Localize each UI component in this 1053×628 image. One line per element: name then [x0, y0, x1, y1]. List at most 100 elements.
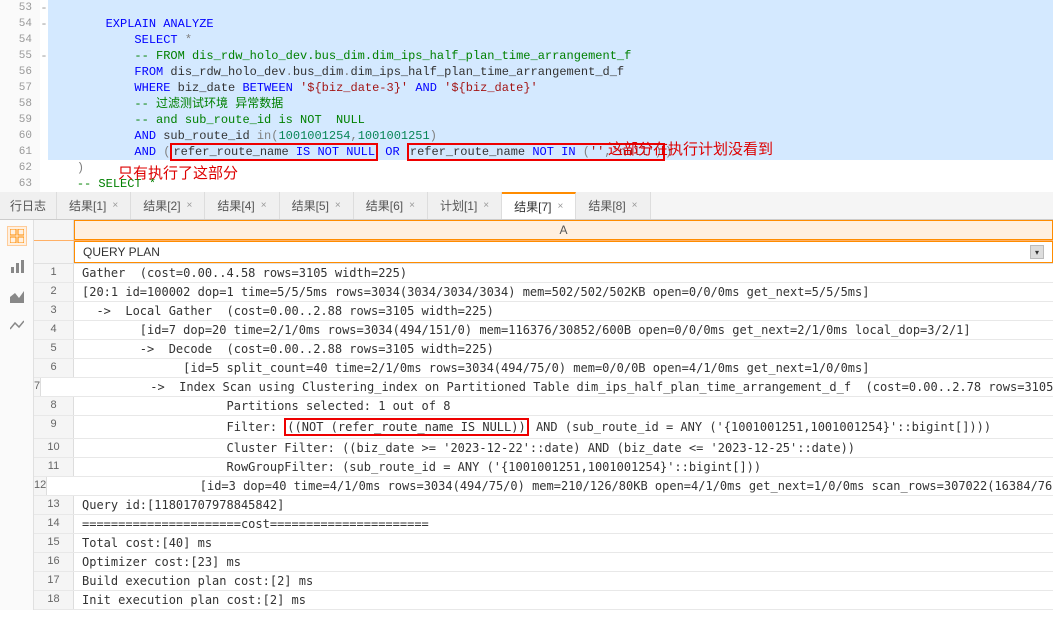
code-content[interactable] [48, 0, 1053, 16]
row-number[interactable]: 15 [34, 534, 74, 552]
result-tab[interactable]: 结果[4]× [205, 192, 279, 219]
code-line[interactable]: 56 FROM dis_rdw_holo_dev.bus_dim.dim_ips… [0, 64, 1053, 80]
table-row[interactable]: 11 RowGroupFilter: (sub_route_id = ANY (… [34, 458, 1053, 477]
query-plan-header[interactable]: QUERY PLAN ▾ [74, 241, 1053, 263]
sql-editor[interactable]: 53- 54- EXPLAIN ANALYZE54 SELECT *55- --… [0, 0, 1053, 192]
row-number[interactable]: 11 [34, 458, 74, 476]
code-line[interactable]: 59 -- and sub_route_id is NOT NULL [0, 112, 1053, 128]
row-number[interactable]: 10 [34, 439, 74, 457]
result-grid[interactable]: A QUERY PLAN ▾ 1Gather (cost=0.00..4.58 … [34, 220, 1053, 610]
result-tab[interactable]: 结果[6]× [354, 192, 428, 219]
table-row[interactable]: 8 Partitions selected: 1 out of 8 [34, 397, 1053, 416]
plan-cell[interactable]: Total cost:[40] ms [74, 534, 1053, 552]
plan-cell[interactable]: [id=7 dop=20 time=2/1/0ms rows=3034(494/… [74, 321, 1053, 339]
row-number[interactable]: 3 [34, 302, 74, 320]
result-tab[interactable]: 结果[7]× [502, 192, 576, 219]
row-number[interactable]: 12 [34, 477, 47, 495]
code-content[interactable]: EXPLAIN ANALYZE [48, 16, 1053, 32]
code-content[interactable]: -- FROM dis_rdw_holo_dev.bus_dim.dim_ips… [48, 48, 1053, 64]
table-row[interactable]: 4 [id=7 dop=20 time=2/1/0ms rows=3034(49… [34, 321, 1053, 340]
table-row[interactable]: 6 [id=5 split_count=40 time=2/1/0ms rows… [34, 359, 1053, 378]
row-number[interactable]: 16 [34, 553, 74, 571]
grid-corner[interactable] [34, 220, 74, 240]
close-icon[interactable]: × [409, 200, 415, 211]
close-icon[interactable]: × [483, 200, 489, 211]
close-icon[interactable]: × [632, 200, 638, 211]
row-number[interactable]: 2 [34, 283, 74, 301]
row-number[interactable]: 14 [34, 515, 74, 533]
line-chart-icon[interactable] [7, 316, 27, 336]
row-number[interactable]: 18 [34, 591, 74, 609]
result-tab[interactable]: 结果[1]× [57, 192, 131, 219]
code-line[interactable]: 57 WHERE biz_date BETWEEN '${biz_date-3}… [0, 80, 1053, 96]
table-row[interactable]: 16Optimizer cost:[23] ms [34, 553, 1053, 572]
column-header-a[interactable]: A [74, 220, 1053, 240]
plan-cell[interactable]: [id=3 dop=40 time=4/1/0ms rows=3034(494/… [47, 477, 1053, 495]
table-row[interactable]: 2[20:1 id=100002 dop=1 time=5/5/5ms rows… [34, 283, 1053, 302]
plan-cell[interactable]: ======================cost==============… [74, 515, 1053, 533]
code-line[interactable]: 61 AND (refer_route_name IS NOT NULL OR … [0, 144, 1053, 160]
table-row[interactable]: 7 -> Index Scan using Clustering_index o… [34, 378, 1053, 397]
row-number[interactable]: 9 [34, 416, 74, 438]
code-content[interactable]: WHERE biz_date BETWEEN '${biz_date-3}' A… [48, 80, 1053, 96]
row-number[interactable]: 1 [34, 264, 74, 282]
plan-cell[interactable]: -> Local Gather (cost=0.00..2.88 rows=31… [74, 302, 1053, 320]
table-row[interactable]: 15Total cost:[40] ms [34, 534, 1053, 553]
table-row[interactable]: 13Query id:[11801707978845842] [34, 496, 1053, 515]
code-content[interactable]: -- and sub_route_id is NOT NULL [48, 112, 1053, 128]
dropdown-icon[interactable]: ▾ [1030, 245, 1044, 259]
plan-cell[interactable]: [20:1 id=100002 dop=1 time=5/5/5ms rows=… [74, 283, 1053, 301]
plan-cell[interactable]: Gather (cost=0.00..4.58 rows=3105 width=… [74, 264, 1053, 282]
table-row[interactable]: 1Gather (cost=0.00..4.58 rows=3105 width… [34, 264, 1053, 283]
code-line[interactable]: 55- -- FROM dis_rdw_holo_dev.bus_dim.dim… [0, 48, 1053, 64]
row-number[interactable]: 5 [34, 340, 74, 358]
table-row[interactable]: 3 -> Local Gather (cost=0.00..2.88 rows=… [34, 302, 1053, 321]
plan-cell[interactable]: -> Index Scan using Clustering_index on … [41, 378, 1053, 396]
code-line[interactable]: 54- EXPLAIN ANALYZE [0, 16, 1053, 32]
result-tab[interactable]: 结果[8]× [576, 192, 650, 219]
bar-chart-icon[interactable] [7, 256, 27, 276]
plan-cell[interactable]: Filter: ((NOT (refer_route_name IS NULL)… [74, 416, 1053, 438]
tab-log[interactable]: 行日志 [0, 192, 57, 219]
plan-cell[interactable]: Optimizer cost:[23] ms [74, 553, 1053, 571]
row-number[interactable]: 6 [34, 359, 74, 377]
row-number[interactable]: 13 [34, 496, 74, 514]
table-row[interactable]: 5 -> Decode (cost=0.00..2.88 rows=3105 w… [34, 340, 1053, 359]
code-content[interactable]: FROM dis_rdw_holo_dev.bus_dim.dim_ips_ha… [48, 64, 1053, 80]
result-tab[interactable]: 计划[1]× [428, 192, 502, 219]
code-line[interactable]: 58 -- 过滤测试环境 异常数据 [0, 96, 1053, 112]
plan-cell[interactable]: Partitions selected: 1 out of 8 [74, 397, 1053, 415]
close-icon[interactable]: × [261, 200, 267, 211]
table-row[interactable]: 17Build execution plan cost:[2] ms [34, 572, 1053, 591]
plan-cell[interactable]: Query id:[11801707978845842] [74, 496, 1053, 514]
close-icon[interactable]: × [112, 200, 118, 211]
code-line[interactable]: 60 AND sub_route_id in(1001001254,100100… [0, 128, 1053, 144]
table-row[interactable]: 10 Cluster Filter: ((biz_date >= '2023-1… [34, 439, 1053, 458]
plan-cell[interactable]: Init execution plan cost:[2] ms [74, 591, 1053, 609]
row-number[interactable]: 8 [34, 397, 74, 415]
table-row[interactable]: 18Init execution plan cost:[2] ms [34, 591, 1053, 610]
plan-cell[interactable]: RowGroupFilter: (sub_route_id = ANY ('{1… [74, 458, 1053, 476]
area-chart-icon[interactable] [7, 286, 27, 306]
plan-cell[interactable]: Build execution plan cost:[2] ms [74, 572, 1053, 590]
table-row[interactable]: 9 Filter: ((NOT (refer_route_name IS NUL… [34, 416, 1053, 439]
code-line[interactable]: 54 SELECT * [0, 32, 1053, 48]
code-line[interactable]: 53- [0, 0, 1053, 16]
code-content[interactable]: SELECT * [48, 32, 1053, 48]
close-icon[interactable]: × [187, 200, 193, 211]
close-icon[interactable]: × [557, 201, 563, 212]
code-content[interactable]: AND sub_route_id in(1001001254,100100125… [48, 128, 1053, 144]
row-number[interactable]: 4 [34, 321, 74, 339]
row-number[interactable]: 7 [34, 378, 41, 396]
plan-cell[interactable]: [id=5 split_count=40 time=2/1/0ms rows=3… [74, 359, 1053, 377]
table-row[interactable]: 14======================cost============… [34, 515, 1053, 534]
result-tab[interactable]: 结果[2]× [131, 192, 205, 219]
row-number[interactable]: 17 [34, 572, 74, 590]
plan-cell[interactable]: Cluster Filter: ((biz_date >= '2023-12-2… [74, 439, 1053, 457]
grid-view-icon[interactable] [7, 226, 27, 246]
plan-cell[interactable]: -> Decode (cost=0.00..2.88 rows=3105 wid… [74, 340, 1053, 358]
table-row[interactable]: 12 [id=3 dop=40 time=4/1/0ms rows=3034(4… [34, 477, 1053, 496]
close-icon[interactable]: × [335, 200, 341, 211]
code-content[interactable]: AND (refer_route_name IS NOT NULL OR ref… [48, 144, 1053, 160]
result-tab[interactable]: 结果[5]× [280, 192, 354, 219]
